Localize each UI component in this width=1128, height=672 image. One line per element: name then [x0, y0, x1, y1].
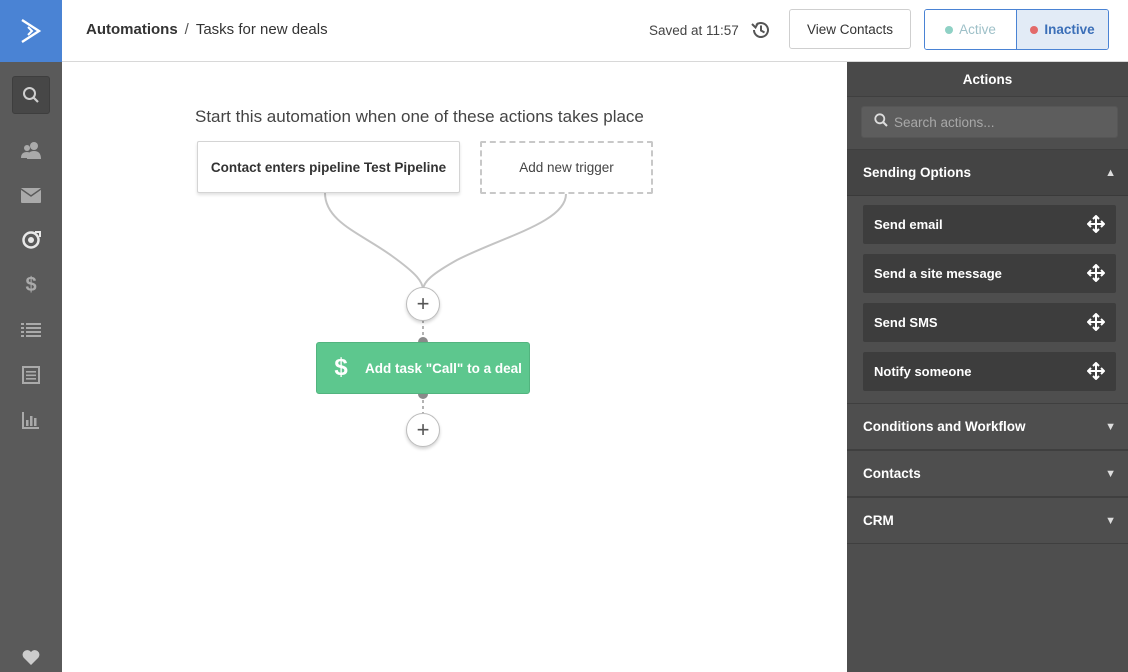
section-contacts[interactable]: Contacts ▼ — [847, 450, 1128, 497]
lists-icon[interactable] — [19, 318, 43, 342]
chevron-down-icon: ▼ — [1105, 420, 1116, 433]
plus-icon: + — [416, 417, 430, 442]
search-icon[interactable] — [12, 76, 50, 114]
logo-icon[interactable] — [0, 0, 62, 62]
add-step-button[interactable]: + — [406, 287, 440, 321]
section-label: Contacts — [863, 466, 921, 481]
automation-canvas: Start this automation when one of these … — [62, 62, 847, 672]
favorites-icon[interactable] — [19, 645, 43, 669]
inactive-dot-icon — [1030, 25, 1039, 34]
active-dot-icon — [945, 25, 954, 34]
left-nav: $ — [0, 0, 62, 672]
section-sending-options[interactable]: Sending Options ▲ — [847, 149, 1128, 196]
section-crm[interactable]: CRM ▼ — [847, 497, 1128, 544]
add-step-button-bottom[interactable]: + — [406, 413, 440, 447]
action-item-label: Send email — [874, 217, 943, 232]
status-active-option[interactable]: Active — [925, 10, 1017, 49]
breadcrumb-separator: / — [184, 21, 189, 38]
move-icon[interactable] — [1087, 264, 1105, 282]
history-icon[interactable] — [750, 19, 772, 41]
panel-title: Actions — [847, 62, 1128, 97]
chevron-down-icon: ▼ — [1105, 467, 1116, 480]
action-item-send-email[interactable]: Send email — [863, 205, 1116, 244]
reports-icon[interactable] — [19, 408, 43, 432]
status-toggle: Active Inactive — [924, 9, 1109, 50]
action-node-label: Add task "Call" to a deal — [365, 360, 522, 376]
action-item-label: Send a site message — [874, 266, 1002, 281]
plus-icon: + — [416, 291, 430, 316]
view-contacts-button[interactable]: View Contacts — [789, 9, 911, 49]
action-item-send-site-message[interactable]: Send a site message — [863, 254, 1116, 293]
action-item-send-sms[interactable]: Send SMS — [863, 303, 1116, 342]
canvas-title: Start this automation when one of these … — [195, 107, 644, 126]
action-item-notify-someone[interactable]: Notify someone — [863, 352, 1116, 391]
action-node[interactable]: $ Add task "Call" to a deal — [316, 342, 530, 394]
email-icon[interactable] — [19, 183, 43, 207]
status-inactive-option[interactable]: Inactive — [1017, 10, 1108, 49]
actions-search — [861, 106, 1118, 138]
move-icon[interactable] — [1087, 313, 1105, 331]
action-item-label: Notify someone — [874, 364, 972, 379]
search-icon — [874, 112, 888, 132]
section-label: CRM — [863, 513, 894, 528]
chevron-up-icon: ▲ — [1105, 166, 1116, 179]
forms-icon[interactable] — [19, 363, 43, 387]
section-label: Conditions and Workflow — [863, 419, 1026, 434]
status-active-label: Active — [959, 22, 996, 37]
section-conditions-workflow[interactable]: Conditions and Workflow ▼ — [847, 403, 1128, 450]
breadcrumb-current: Tasks for new deals — [195, 21, 328, 38]
action-item-label: Send SMS — [874, 315, 938, 330]
trigger-node[interactable]: Contact enters pipeline Test Pipeline — [197, 141, 460, 193]
deals-icon[interactable]: $ — [19, 273, 43, 297]
automations-icon[interactable] — [19, 228, 43, 252]
actions-search-input[interactable] — [894, 114, 1114, 130]
actions-panel: Actions Sending Options ▲ Send email Sen… — [847, 62, 1128, 672]
section-label: Sending Options — [863, 165, 971, 180]
add-trigger-button[interactable]: Add new trigger — [480, 141, 653, 194]
saved-status: Saved at 11:57 — [649, 23, 739, 38]
dollar-icon: $ — [334, 354, 348, 381]
chevron-down-icon: ▼ — [1105, 514, 1116, 527]
move-icon[interactable] — [1087, 362, 1105, 380]
top-header: Automations / Tasks for new deals Saved at… — [62, 0, 1128, 62]
breadcrumb-root-link[interactable]: Automations — [86, 21, 178, 38]
move-icon[interactable] — [1087, 215, 1105, 233]
breadcrumb: Automations / Tasks for new deals — [86, 21, 328, 38]
contacts-icon[interactable] — [19, 138, 43, 162]
status-inactive-label: Inactive — [1044, 22, 1095, 37]
